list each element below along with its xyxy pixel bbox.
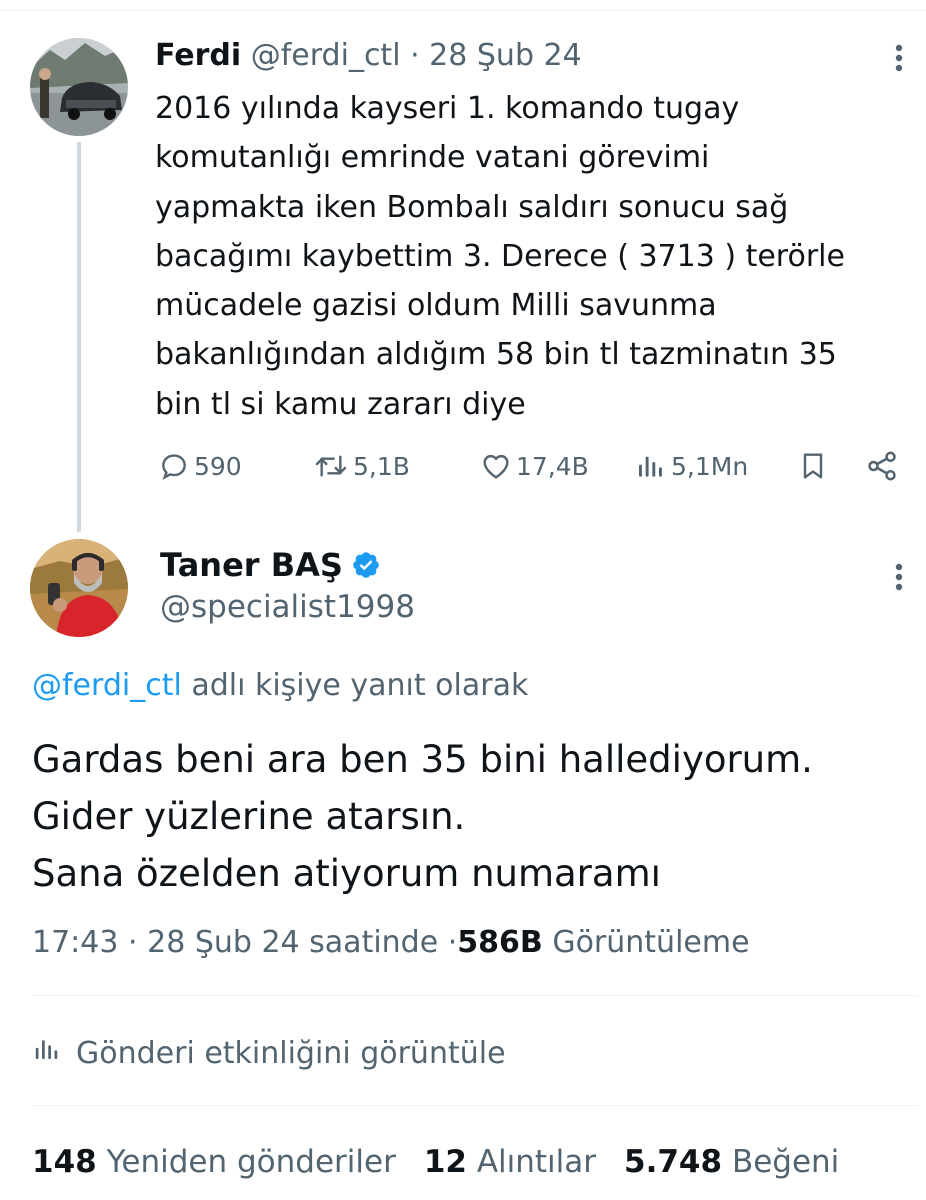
parent-tweet-header: Ferdi @ferdi_ctl · 28 Şub 24: [155, 36, 582, 76]
meta-separator: ·: [128, 925, 138, 960]
engagement-stats: 148 Yeniden gönderiler 12 Alıntılar 5.748 …: [32, 1141, 839, 1183]
like-icon: [480, 450, 512, 482]
likes-stat-label: Beğeni: [731, 1144, 840, 1180]
reply-author-handle[interactable]: @specialist1998: [160, 587, 415, 627]
post-activity-link[interactable]: Gönderi etkinliğini görüntüle: [32, 1032, 506, 1074]
reply-author-avatar[interactable]: [30, 539, 128, 637]
replying-to-line: @ferdi_ctl adlı kişiye yanıt olarak: [32, 666, 528, 706]
repost-count: 5,1B: [353, 451, 410, 481]
reposts-stat-label: Yeniden gönderiler: [106, 1144, 396, 1180]
reply-tweet-meta: 17:43 · 28 Şub 24 saatinde ·586B Görüntü…: [32, 922, 750, 964]
reply-date[interactable]: 28 Şub 24 saatinde: [147, 925, 438, 960]
reply-count: 590: [194, 451, 242, 481]
activity-bars-icon: [32, 1034, 76, 1072]
parent-tweet-text: 2016 yılında kayseri 1. komando tugay ko…: [155, 91, 845, 422]
parent-author-avatar[interactable]: [30, 38, 128, 136]
divider: [32, 995, 918, 996]
parent-author-name[interactable]: Ferdi: [155, 38, 241, 73]
reply-author-name-row: Taner BAŞ: [160, 543, 381, 587]
reposts-stat[interactable]: 148 Yeniden gönderiler: [32, 1144, 396, 1180]
like-count: 17,4B: [516, 451, 589, 481]
quotes-stat-label: Alıntılar: [476, 1144, 597, 1180]
reply-tweet-text: Gardas beni ara ben 35 bini hallediyorum…: [32, 738, 813, 895]
views-button[interactable]: 5,1Mn: [635, 446, 748, 486]
replying-to-suffix: adlı kişiye yanıt olarak: [181, 668, 529, 703]
replying-to-handle-link[interactable]: @ferdi_ctl: [32, 668, 182, 703]
repost-button[interactable]: 5,1B: [313, 446, 410, 486]
reply-button[interactable]: 590: [158, 446, 242, 486]
likes-stat[interactable]: 5.748 Beğeni: [624, 1144, 839, 1180]
like-button[interactable]: 17,4B: [480, 446, 589, 486]
likes-stat-count: 5.748: [624, 1144, 723, 1180]
reply-views-label: Görüntüleme: [552, 925, 750, 960]
meta-separator-2: ·: [447, 925, 458, 960]
quotes-stat[interactable]: 12 Alıntılar: [424, 1144, 596, 1180]
top-divider: [0, 0, 926, 11]
activity-label: Gönderi etkinliğini görüntüle: [76, 1035, 506, 1071]
share-icon: [865, 449, 899, 483]
parent-date[interactable]: 28 Şub 24: [429, 38, 582, 73]
views-icon: [635, 450, 667, 482]
thread-connector: [77, 142, 81, 532]
more-icon[interactable]: [889, 42, 909, 78]
parent-action-bar: 590 5,1B 17,4B 5,1Mn: [155, 446, 915, 486]
quotes-stat-count: 12: [423, 1144, 467, 1180]
share-button[interactable]: [865, 446, 899, 486]
reply-icon: [158, 450, 190, 482]
parent-separator: ·: [410, 38, 420, 73]
bookmark-button[interactable]: [797, 446, 829, 486]
parent-author-handle[interactable]: @ferdi_ctl: [251, 38, 401, 73]
verified-badge-icon[interactable]: [351, 550, 381, 580]
reply-time[interactable]: 17:43: [32, 925, 118, 960]
views-count: 5,1Mn: [671, 451, 749, 481]
reply-more-icon[interactable]: [889, 561, 909, 597]
bookmark-icon: [797, 450, 829, 482]
reply-author-name[interactable]: Taner BAŞ: [160, 546, 343, 584]
reply-views-count: 586B: [457, 925, 543, 960]
repost-icon: [313, 450, 349, 482]
divider: [32, 1105, 918, 1106]
reposts-stat-count: 148: [32, 1144, 97, 1180]
